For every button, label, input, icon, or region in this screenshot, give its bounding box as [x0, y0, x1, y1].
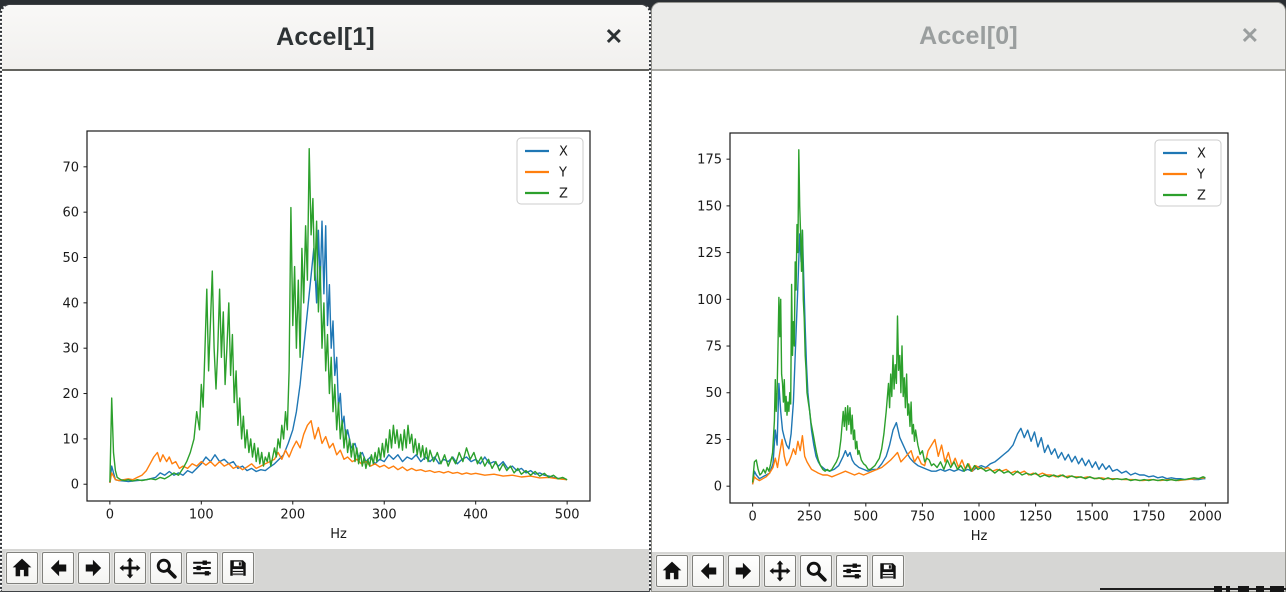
back-button[interactable] — [692, 555, 724, 587]
save-icon — [227, 557, 249, 579]
y-tick-label: 70 — [62, 160, 79, 175]
x-tick-label: 200 — [280, 508, 305, 523]
save-button[interactable] — [222, 552, 254, 584]
forward-arrow-icon — [733, 560, 755, 582]
pan-icon — [769, 560, 791, 582]
save-icon — [877, 560, 899, 582]
y-tick-label: 0 — [71, 478, 79, 493]
y-tick-label: 50 — [62, 251, 79, 266]
legend-label: X — [1197, 147, 1206, 162]
chart-svg: 0 250 500 750 1000 1250 1500 1750 2000 0 25 50 75 100… — [652, 71, 1285, 552]
configure-subplots-button[interactable] — [836, 555, 868, 587]
close-button[interactable]: ✕ — [601, 22, 627, 52]
figure-canvas[interactable]: 0 100 200 300 400 500 0 10 20 30 40 50 60 70 Hz XYZ — [2, 71, 649, 549]
close-icon: ✕ — [605, 24, 623, 49]
home-icon — [11, 557, 33, 579]
titlebar[interactable]: Accel[1] ✕ — [2, 5, 649, 71]
window-accel-0[interactable]: Accel[0] ✕ 02505007501000125015001750200… — [651, 2, 1286, 592]
close-button[interactable]: ✕ — [1237, 21, 1263, 51]
navigation-toolbar — [2, 549, 649, 591]
window-title: Accel[1] — [276, 23, 375, 52]
save-button[interactable] — [872, 555, 904, 587]
legend-label: Z — [1197, 189, 1206, 204]
plot-area[interactable]: 0 100 200 300 400 500 0 10 20 30 40 50 60 70 Hz XYZ — [2, 71, 649, 549]
series-line-X — [753, 230, 1206, 484]
legend-label: Y — [558, 166, 567, 181]
occluded-window-fragment — [1100, 586, 1286, 592]
x-tick-label: 750 — [910, 510, 935, 525]
x-tick-label: 0 — [748, 510, 756, 525]
x-tick-label: 500 — [555, 508, 580, 523]
chart-svg: 0 100 200 300 400 500 0 10 20 30 40 50 60 70 Hz XYZ — [2, 71, 649, 549]
x-axis-label: Hz — [971, 529, 988, 544]
window-accel-1[interactable]: Accel[1] ✕ 0 100 200 300 400 500 0 10 20 30 40 50 60… — [0, 4, 651, 592]
titlebar[interactable]: Accel[0] ✕ — [652, 3, 1285, 71]
x-tick-label: 0 — [106, 508, 114, 523]
figure-canvas[interactable]: 0 250 500 750 1000 1250 1500 1750 2000 0 25 50 75 100… — [652, 71, 1285, 552]
sliders-icon — [191, 557, 213, 579]
window-title: Accel[0] — [919, 22, 1018, 51]
plot-area[interactable]: 0 250 500 750 1000 1250 1500 1750 2000 0 25 50 75 100… — [652, 71, 1285, 552]
home-icon — [661, 560, 683, 582]
series-line-Z — [110, 149, 567, 482]
y-tick-label: 150 — [697, 199, 722, 214]
pan-button[interactable] — [114, 552, 146, 584]
x-tick-label: 500 — [853, 510, 878, 525]
zoom-button[interactable] — [150, 552, 182, 584]
home-button[interactable] — [656, 555, 688, 587]
legend-label: X — [559, 145, 568, 160]
sliders-icon — [841, 560, 863, 582]
zoom-button[interactable] — [800, 555, 832, 587]
x-tick-label: 300 — [372, 508, 397, 523]
forward-button[interactable] — [728, 555, 760, 587]
back-arrow-icon — [47, 557, 69, 579]
y-tick-label: 25 — [705, 433, 722, 448]
y-tick-label: 30 — [62, 342, 79, 357]
x-tick-label: 250 — [797, 510, 822, 525]
legend-label: Z — [559, 187, 568, 202]
series-line-X — [110, 221, 567, 483]
configure-subplots-button[interactable] — [186, 552, 218, 584]
x-tick-label: 2000 — [1189, 510, 1222, 525]
series-line-Z — [753, 150, 1206, 483]
y-tick-label: 175 — [697, 153, 722, 168]
y-tick-label: 0 — [714, 480, 722, 495]
back-button[interactable] — [42, 552, 74, 584]
zoom-icon — [805, 560, 827, 582]
y-tick-label: 10 — [62, 432, 79, 447]
y-tick-label: 40 — [62, 296, 79, 311]
y-tick-label: 20 — [62, 387, 79, 402]
pan-icon — [119, 557, 141, 579]
x-tick-label: 1500 — [1076, 510, 1109, 525]
close-icon: ✕ — [1241, 23, 1259, 48]
y-tick-label: 75 — [705, 340, 722, 355]
y-tick-label: 125 — [697, 246, 722, 261]
x-tick-label: 400 — [463, 508, 488, 523]
y-tick-label: 60 — [62, 206, 79, 221]
pan-button[interactable] — [764, 555, 796, 587]
x-tick-label: 1750 — [1132, 510, 1165, 525]
axes-frame — [87, 131, 590, 501]
forward-arrow-icon — [83, 557, 105, 579]
forward-button[interactable] — [78, 552, 110, 584]
x-tick-label: 1000 — [962, 510, 995, 525]
y-tick-label: 100 — [697, 293, 722, 308]
y-tick-label: 50 — [705, 386, 722, 401]
x-tick-label: 100 — [189, 508, 214, 523]
home-button[interactable] — [6, 552, 38, 584]
desktop: { "windows": [ { "title": "Accel[1]", "s… — [0, 0, 1286, 592]
x-axis-label: Hz — [330, 527, 347, 542]
legend-label: Y — [1196, 168, 1205, 183]
x-tick-label: 1250 — [1019, 510, 1052, 525]
series-line-Y — [753, 436, 1206, 485]
zoom-icon — [155, 557, 177, 579]
back-arrow-icon — [697, 560, 719, 582]
